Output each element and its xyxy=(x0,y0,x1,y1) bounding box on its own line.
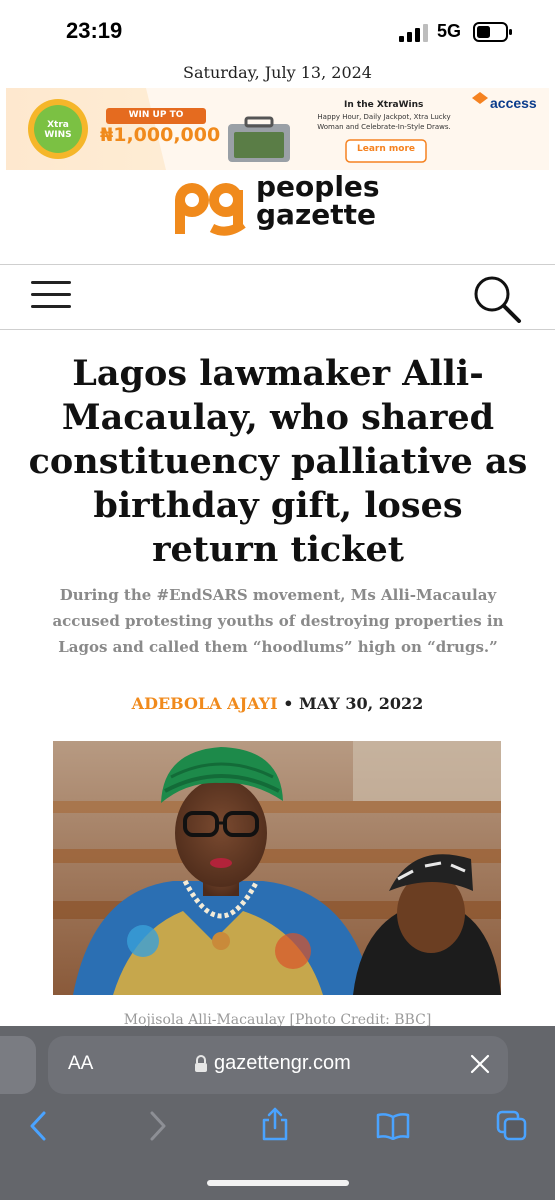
tabs-icon[interactable] xyxy=(496,1110,528,1142)
reader-aa-button[interactable]: AA xyxy=(68,1053,93,1075)
bookmarks-icon[interactable] xyxy=(376,1112,410,1140)
url-text[interactable]: gazettengr.com xyxy=(214,1052,351,1075)
network-type: 5G xyxy=(437,21,462,41)
article-author-link[interactable]: ADEBOLA AJAYI xyxy=(132,694,278,713)
ad-body: Happy Hour, Daily Jackpot, Xtra Lucky Wo… xyxy=(317,113,451,131)
ad-learn-more-button[interactable]: Learn more xyxy=(346,144,426,154)
hamburger-menu-icon[interactable] xyxy=(31,279,71,311)
date-line: Saturday, July 13, 2024 xyxy=(183,63,372,82)
ad-badge-text: Xtra WINS xyxy=(44,120,72,140)
article-photo-image xyxy=(53,741,501,995)
article-byline: ADEBOLA AJAYI • MAY 30, 2022 xyxy=(0,694,555,713)
back-icon[interactable] xyxy=(28,1110,48,1142)
article-headline: Lagos lawmaker Alli-Macaulay, who shared… xyxy=(28,353,528,570)
logo-mark: pg xyxy=(172,170,248,236)
share-icon[interactable] xyxy=(261,1106,289,1142)
article-subheadline: During the #EndSARS movement, Ms Alli-Ma… xyxy=(52,586,504,656)
byline-separator: • xyxy=(283,694,294,713)
status-bar: 23:19 5G xyxy=(0,0,555,60)
ad-advertiser-logo: access xyxy=(490,95,537,111)
browser-toolbar: AA gazettengr.com xyxy=(0,1026,555,1200)
ad-artwork xyxy=(6,88,549,170)
close-icon[interactable] xyxy=(470,1054,490,1074)
logo-line-2: gazette xyxy=(256,198,376,231)
ad-banner[interactable]: Xtra WINS WIN UP TO ₦1,000,000 In the Xt… xyxy=(6,88,549,170)
signal-bars-icon xyxy=(399,24,428,42)
address-bar[interactable]: AA gazettengr.com xyxy=(48,1036,508,1094)
article-photo xyxy=(53,741,501,995)
lock-icon xyxy=(195,1055,207,1072)
forward-icon[interactable] xyxy=(148,1110,168,1142)
site-logo[interactable]: pg peoples gazette xyxy=(172,170,412,240)
previous-tab-preview[interactable] xyxy=(0,1036,36,1094)
nav-bar xyxy=(0,264,555,330)
ad-amount: ₦1,000,000 xyxy=(100,124,221,146)
battery-icon xyxy=(473,22,512,42)
search-icon[interactable] xyxy=(472,275,522,323)
ad-win-up-to: WIN UP TO xyxy=(128,110,184,120)
home-indicator[interactable] xyxy=(207,1180,349,1186)
article-date: MAY 30, 2022 xyxy=(299,694,424,713)
logo-mark-shape xyxy=(175,183,246,236)
status-time: 23:19 xyxy=(66,18,123,43)
ad-title: In the XtraWins xyxy=(344,100,424,110)
